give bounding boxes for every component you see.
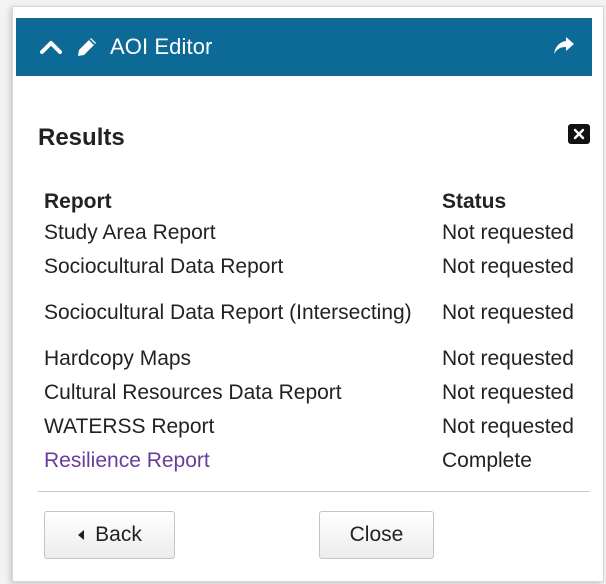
report-status: Not requested bbox=[442, 347, 574, 370]
table-row: Study Area Report Not requested bbox=[40, 216, 596, 250]
table-row: Hardcopy Maps Not requested bbox=[40, 342, 596, 376]
report-name: Sociocultural Data Report bbox=[44, 255, 284, 278]
report-name: Study Area Report bbox=[44, 221, 216, 244]
results-title: Results bbox=[38, 124, 125, 151]
reports-table: Report Status Study Area Report Not requ… bbox=[40, 182, 596, 478]
report-status: Not requested bbox=[442, 255, 574, 278]
table-row: Cultural Resources Data Report Not reque… bbox=[40, 376, 596, 410]
caret-left-icon bbox=[77, 529, 85, 541]
column-header-report: Report bbox=[44, 190, 112, 213]
report-status: Not requested bbox=[442, 415, 574, 438]
share-arrow-icon[interactable] bbox=[552, 35, 576, 57]
table-header-row: Report Status bbox=[40, 182, 596, 216]
report-name: Cultural Resources Data Report bbox=[44, 381, 342, 404]
resilience-report-link[interactable]: Resilience Report bbox=[44, 449, 210, 472]
back-button[interactable]: Back bbox=[44, 511, 175, 559]
report-name: Hardcopy Maps bbox=[44, 347, 192, 370]
close-button-label: Close bbox=[349, 523, 404, 546]
table-row: Resilience Report Complete bbox=[40, 444, 596, 478]
close-button[interactable]: Close bbox=[319, 511, 434, 559]
report-status: Not requested bbox=[442, 381, 574, 404]
column-header-status: Status bbox=[442, 190, 507, 213]
report-status: Complete bbox=[442, 449, 532, 472]
aoi-editor-header: AOI Editor bbox=[16, 18, 592, 76]
chevron-up-icon[interactable] bbox=[40, 39, 62, 55]
close-icon[interactable] bbox=[568, 124, 590, 144]
back-button-label: Back bbox=[95, 523, 142, 546]
report-name-cell: Resilience Report bbox=[40, 444, 438, 478]
table-row: Sociocultural Data Report (Intersecting)… bbox=[40, 284, 596, 342]
report-name: WATERSS Report bbox=[44, 415, 215, 438]
pencil-icon[interactable] bbox=[76, 36, 98, 58]
footer-divider bbox=[38, 491, 590, 492]
table-row: Sociocultural Data Report Not requested bbox=[40, 250, 596, 284]
report-name: Sociocultural Data Report (Intersecting) bbox=[44, 301, 412, 324]
report-status: Not requested bbox=[442, 221, 574, 244]
report-status: Not requested bbox=[442, 301, 574, 324]
header-title: AOI Editor bbox=[110, 34, 213, 59]
table-row: WATERSS Report Not requested bbox=[40, 410, 596, 444]
